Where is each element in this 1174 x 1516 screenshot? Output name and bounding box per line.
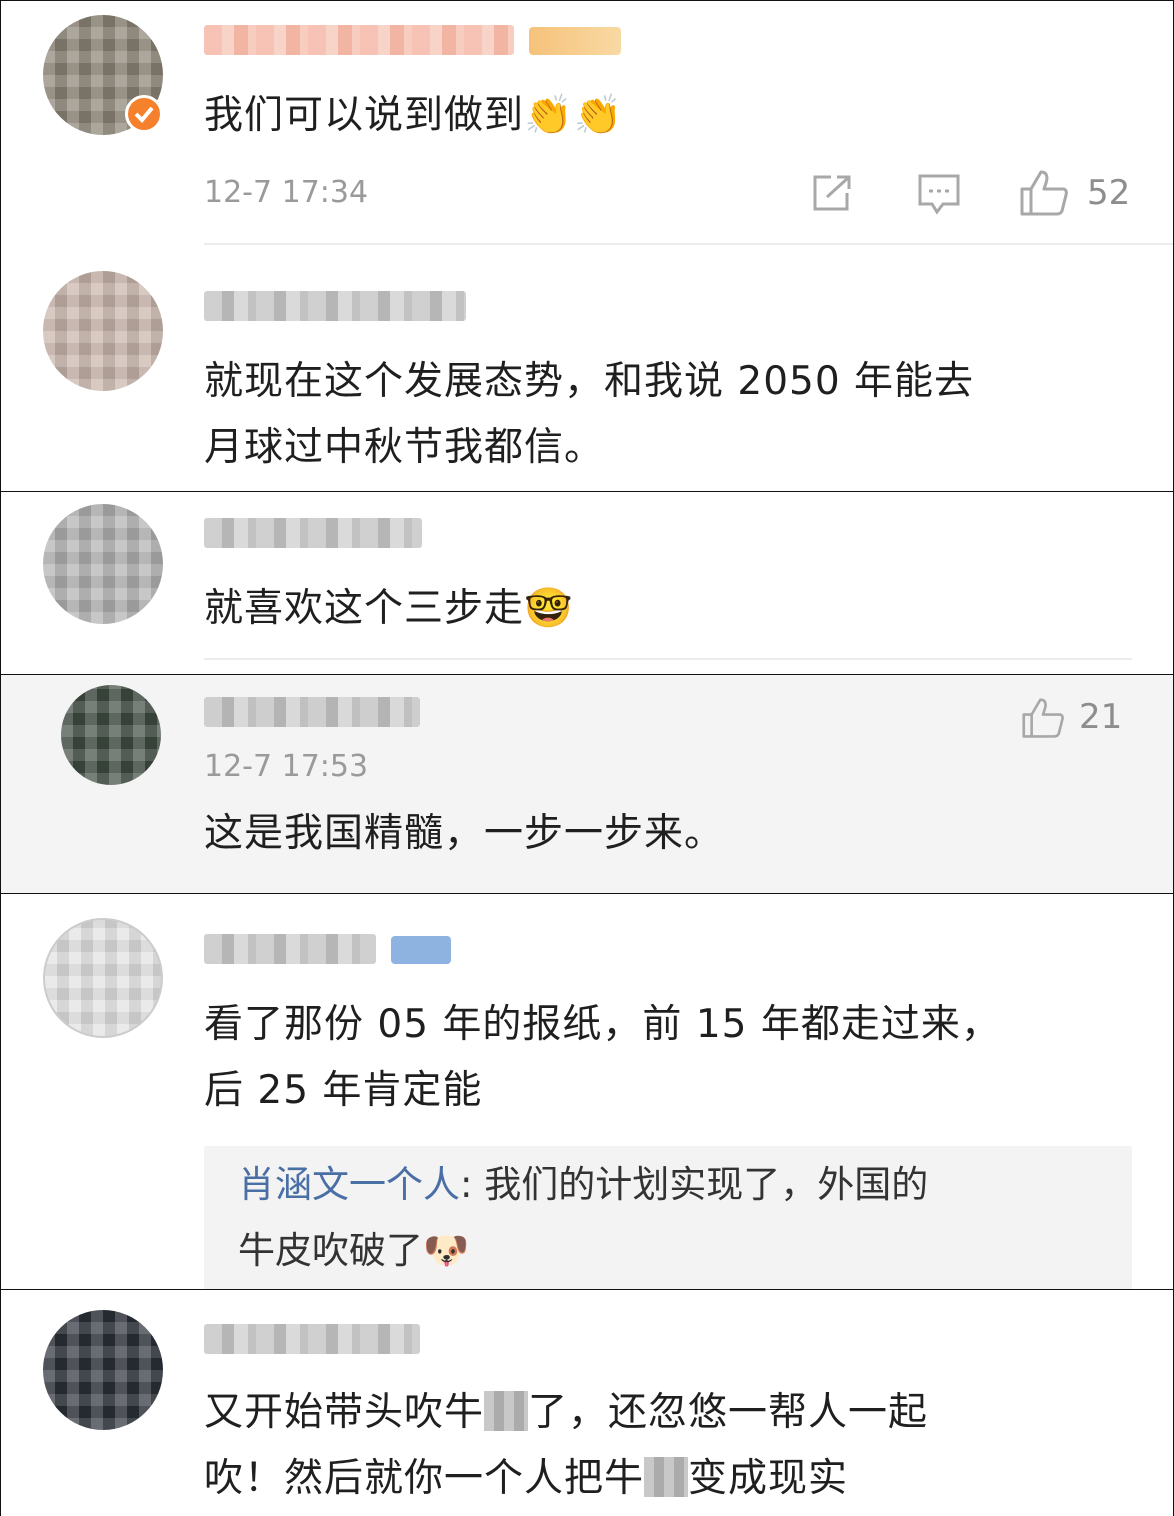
censored-block <box>644 1457 689 1497</box>
avatar[interactable] <box>43 504 163 624</box>
divider <box>204 658 1132 660</box>
comment-text: 就喜欢这个三步走🤓 <box>204 586 574 631</box>
comment-text: 我们可以说到做到👏👏 <box>204 93 624 138</box>
comment-text-line2: 月球过中秋节我都信。 <box>204 425 605 470</box>
timestamp: 12-7 17:34 <box>204 175 369 210</box>
reply-line1: 肖涵文一个人: 我们的计划实现了，外国的 <box>238 1152 928 1218</box>
comment-panel-1: 我们可以说到做到👏👏 12-7 17:34 52 就现在这个发展态势，和我说 2… <box>0 0 1174 492</box>
comment-panel-4: 看了那份 05 年的报纸，前 15 年都走过来， 后 25 年肯定能 肖涵文一个… <box>0 893 1174 1290</box>
reply-separator: : <box>460 1163 485 1206</box>
comment-panel-5: 又开始带头吹牛 了，还忽悠一帮人一起 吹！然后就你一个人把牛 变成现实 <box>0 1289 1174 1516</box>
username[interactable] <box>204 291 466 321</box>
censored-block <box>484 1391 529 1431</box>
divider <box>204 243 1173 245</box>
avatar[interactable] <box>43 271 163 391</box>
comment-text: 这是我国精髓，一步一步来。 <box>204 811 725 856</box>
username[interactable] <box>204 697 420 727</box>
fan-badge <box>391 936 451 964</box>
comment-text-line1: 就现在这个发展态势，和我说 2050 年能去 <box>204 359 975 404</box>
username[interactable] <box>204 518 422 548</box>
like-icon[interactable] <box>1021 697 1065 743</box>
comment-icon[interactable] <box>917 173 961 221</box>
username[interactable] <box>204 934 376 964</box>
text-fragment: 吹！然后就你一个人把牛 <box>204 1456 645 1501</box>
username[interactable] <box>204 1324 420 1354</box>
like-count: 21 <box>1079 697 1123 737</box>
avatar[interactable] <box>61 685 161 785</box>
timestamp: 12-7 17:53 <box>204 749 369 784</box>
comment-panel-2: 就喜欢这个三步走🤓 <box>0 491 1174 675</box>
comment-text-line2: 吹！然后就你一个人把牛 变成现实 <box>204 1446 848 1512</box>
text-fragment: 又开始带头吹牛 <box>204 1390 485 1435</box>
verified-badge-icon <box>125 95 163 133</box>
avatar[interactable] <box>43 918 163 1038</box>
reply-text-line2: 牛皮吹破了🐶 <box>238 1229 470 1272</box>
like-count: 52 <box>1087 173 1131 213</box>
text-fragment: 变成现实 <box>688 1456 849 1501</box>
comment-text-line1: 又开始带头吹牛 了，还忽悠一帮人一起 <box>204 1380 928 1446</box>
share-icon[interactable] <box>811 173 855 217</box>
reply-box[interactable]: 肖涵文一个人: 我们的计划实现了，外国的 牛皮吹破了🐶 <box>204 1146 1132 1289</box>
user-badge <box>529 27 621 55</box>
comment-panel-3: 21 12-7 17:53 这是我国精髓，一步一步来。 <box>0 674 1174 894</box>
username[interactable] <box>204 25 514 55</box>
comment-text-line2: 后 25 年肯定能 <box>204 1068 483 1113</box>
comment-text-line1: 看了那份 05 年的报纸，前 15 年都走过来， <box>204 1002 1001 1047</box>
avatar[interactable] <box>43 1310 163 1430</box>
reply-text-line1: 我们的计划实现了，外国的 <box>484 1163 929 1206</box>
text-fragment: 了，还忽悠一帮人一起 <box>528 1390 929 1435</box>
like-icon[interactable] <box>1019 169 1069 221</box>
reply-username[interactable]: 肖涵文一个人 <box>238 1163 460 1206</box>
